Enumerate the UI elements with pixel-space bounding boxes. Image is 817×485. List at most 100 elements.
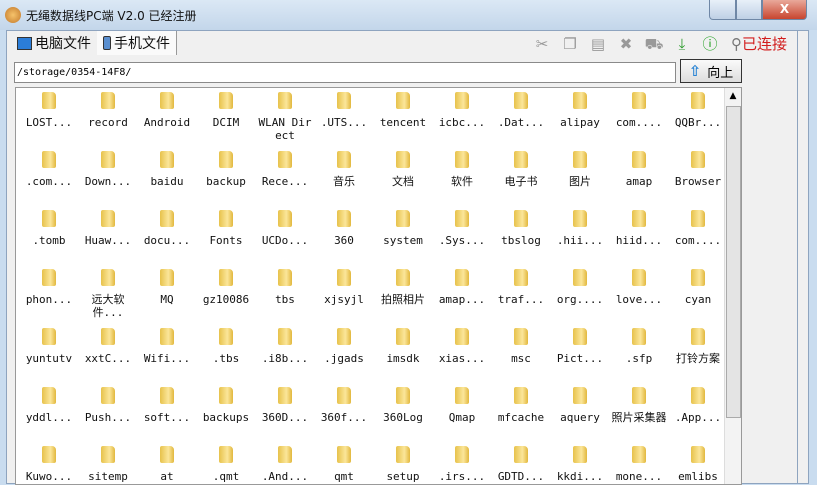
folder-item[interactable]: docu... xyxy=(138,210,196,247)
delete-icon[interactable]: ✖ xyxy=(615,34,637,54)
cut-icon[interactable]: ✂ xyxy=(531,34,553,54)
folder-item[interactable]: 360f... xyxy=(315,387,373,424)
folder-item[interactable]: 电子书 xyxy=(492,151,550,188)
tab-phone-files[interactable]: 手机文件 xyxy=(97,31,177,55)
folder-item[interactable]: 图片 xyxy=(551,151,609,188)
folder-item[interactable]: MQ xyxy=(138,269,196,306)
folder-item[interactable]: xjsyjl xyxy=(315,269,373,306)
path-input[interactable]: /storage/0354-14F8/ xyxy=(14,62,676,83)
folder-item[interactable]: at xyxy=(138,446,196,483)
folder-item[interactable]: traf... xyxy=(492,269,550,306)
folder-item[interactable]: 拍照相片 xyxy=(374,269,432,306)
folder-item[interactable]: Rece... xyxy=(256,151,314,188)
folder-item[interactable]: icbc... xyxy=(433,92,491,129)
folder-item[interactable]: imsdk xyxy=(374,328,432,365)
folder-item[interactable]: .tomb xyxy=(20,210,78,247)
folder-item[interactable]: 360 xyxy=(315,210,373,247)
folder-item[interactable]: Qmap xyxy=(433,387,491,424)
folder-item[interactable]: 360Log xyxy=(374,387,432,424)
folder-item[interactable]: Android xyxy=(138,92,196,129)
folder-item[interactable]: qmt xyxy=(315,446,373,483)
folder-item[interactable]: .And... xyxy=(256,446,314,483)
folder-item[interactable]: tencent xyxy=(374,92,432,129)
folder-item[interactable]: amap... xyxy=(433,269,491,306)
folder-item[interactable]: gz10086 xyxy=(197,269,255,306)
folder-item[interactable]: system xyxy=(374,210,432,247)
folder-item[interactable]: baidu xyxy=(138,151,196,188)
info-icon[interactable]: ⓘ xyxy=(699,34,721,54)
folder-item[interactable]: record xyxy=(79,92,137,129)
folder-item[interactable]: emlibs xyxy=(669,446,727,483)
folder-item[interactable]: 照片采集器 xyxy=(610,387,668,424)
folder-item[interactable]: mone... xyxy=(610,446,668,483)
folder-item[interactable]: backup xyxy=(197,151,255,188)
folder-item[interactable]: 音乐 xyxy=(315,151,373,188)
copy-icon[interactable]: ❐ xyxy=(559,34,581,54)
folder-item[interactable]: 打铃方案 xyxy=(669,328,727,365)
folder-item[interactable]: Wifi... xyxy=(138,328,196,365)
folder-item[interactable]: amap xyxy=(610,151,668,188)
folder-item[interactable]: 远大软件... xyxy=(79,269,137,319)
folder-item[interactable]: org.... xyxy=(551,269,609,306)
folder-item[interactable]: hiid... xyxy=(610,210,668,247)
folder-item[interactable]: .irs... xyxy=(433,446,491,483)
folder-item[interactable]: .tbs xyxy=(197,328,255,365)
folder-item[interactable]: 文档 xyxy=(374,151,432,188)
folder-item[interactable]: setup xyxy=(374,446,432,483)
minimize-button[interactable] xyxy=(709,0,736,20)
folder-item[interactable]: msc xyxy=(492,328,550,365)
folder-item[interactable]: LOST... xyxy=(20,92,78,129)
folder-item[interactable]: .i8b... xyxy=(256,328,314,365)
folder-item[interactable]: xxtC... xyxy=(79,328,137,365)
folder-item[interactable]: DCIM xyxy=(197,92,255,129)
tab-pc-files[interactable]: 电脑文件 xyxy=(11,31,97,55)
folder-item[interactable]: mfcache xyxy=(492,387,550,424)
folder-item[interactable]: .Sys... xyxy=(433,210,491,247)
folder-item[interactable]: .UTS... xyxy=(315,92,373,129)
folder-item[interactable]: Down... xyxy=(79,151,137,188)
folder-item[interactable]: sitemp xyxy=(79,446,137,483)
folder-item[interactable]: com.... xyxy=(610,92,668,129)
up-button[interactable]: ⇧ 向上 xyxy=(680,59,742,83)
folder-item[interactable]: 软件 xyxy=(433,151,491,188)
folder-item[interactable]: Push... xyxy=(79,387,137,424)
folder-item[interactable]: xias... xyxy=(433,328,491,365)
folder-item[interactable]: aquery xyxy=(551,387,609,424)
paste-icon[interactable]: ▤ xyxy=(587,34,609,54)
folder-item[interactable]: .App... xyxy=(669,387,727,424)
folder-item[interactable]: .qmt xyxy=(197,446,255,483)
close-button[interactable]: X xyxy=(762,0,807,20)
folder-item[interactable]: love... xyxy=(610,269,668,306)
folder-item[interactable]: tbs xyxy=(256,269,314,306)
folder-item[interactable]: .jgads xyxy=(315,328,373,365)
folder-item[interactable]: phon... xyxy=(20,269,78,306)
folder-item[interactable]: UCDo... xyxy=(256,210,314,247)
folder-item[interactable]: kkdi... xyxy=(551,446,609,483)
folder-item[interactable]: QQBr... xyxy=(669,92,727,129)
folder-item[interactable]: Fonts xyxy=(197,210,255,247)
folder-item[interactable]: .hii... xyxy=(551,210,609,247)
scroll-up-arrow[interactable]: ▲ xyxy=(725,88,741,105)
maximize-button[interactable] xyxy=(736,0,762,20)
folder-item[interactable]: com.... xyxy=(669,210,727,247)
folder-item[interactable]: .Dat... xyxy=(492,92,550,129)
folder-item[interactable]: yuntutv xyxy=(20,328,78,365)
folder-item[interactable]: yddl... xyxy=(20,387,78,424)
folder-item[interactable]: Browser xyxy=(669,151,727,188)
folder-item[interactable]: 360D... xyxy=(256,387,314,424)
folder-item[interactable]: Kuwo... xyxy=(20,446,78,483)
folder-item[interactable]: WLAN Direct xyxy=(256,92,314,142)
folder-item[interactable]: .com... xyxy=(20,151,78,188)
folder-item[interactable]: cyan xyxy=(669,269,727,306)
folder-item[interactable]: tbslog xyxy=(492,210,550,247)
cart-icon[interactable]: ⛟ xyxy=(643,34,665,54)
folder-item[interactable]: Huaw... xyxy=(79,210,137,247)
scroll-thumb[interactable] xyxy=(726,106,741,418)
folder-item[interactable]: Pict... xyxy=(551,328,609,365)
folder-item[interactable]: soft... xyxy=(138,387,196,424)
folder-item[interactable]: .sfp xyxy=(610,328,668,365)
folder-item[interactable]: alipay xyxy=(551,92,609,129)
download-icon[interactable]: ⤓ xyxy=(671,34,693,54)
folder-item[interactable]: backups xyxy=(197,387,255,424)
folder-item[interactable]: GDTD... xyxy=(492,446,550,483)
